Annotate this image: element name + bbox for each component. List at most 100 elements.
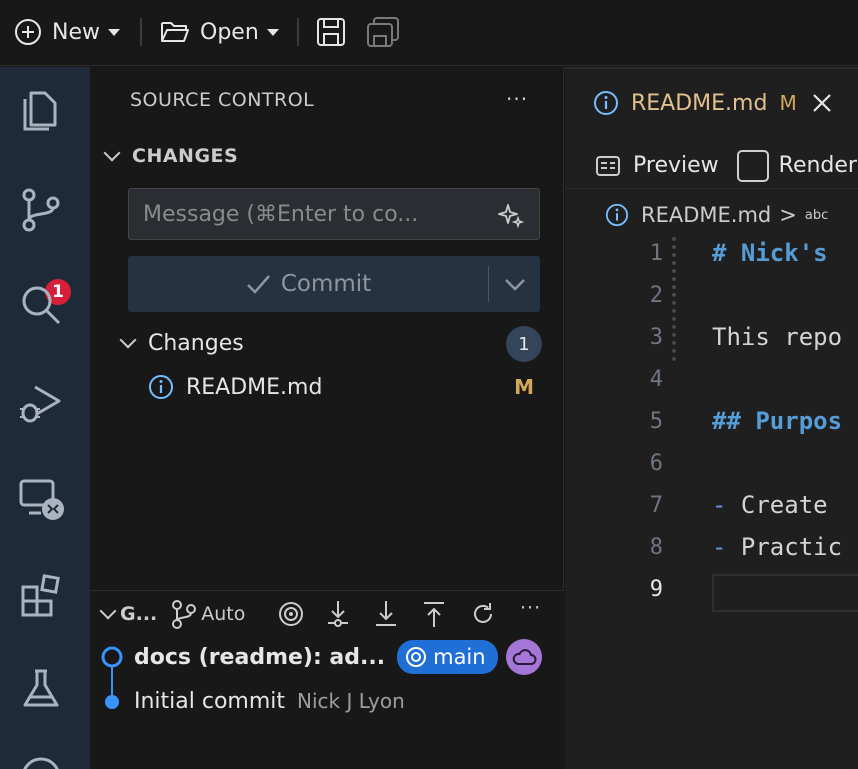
sparkle-icon[interactable] [497,201,525,229]
list-bullet: - [712,491,741,519]
render-label: Render [778,153,857,178]
changes-group-label: Changes [148,330,244,356]
fetch-icon[interactable] [326,599,350,629]
chevron-down-icon [108,28,120,36]
branch-badge[interactable]: main [397,640,498,674]
commit-message: docs (readme): ad... [134,644,386,670]
chevron-down-icon [119,331,137,349]
breadcrumb: README.md > abc [605,197,828,233]
folder-open-icon [161,22,189,42]
save-all-icon [367,17,399,47]
chevron-down-icon[interactable] [99,602,117,620]
toolbar-divider [297,18,299,46]
files-icon[interactable] [17,87,65,135]
close-icon[interactable] [811,92,833,114]
breadcrumb-separator: > [779,203,797,227]
code-line[interactable]: This repo [712,323,842,351]
graph-more-button[interactable]: ··· [520,597,541,619]
line-number: 2 [649,283,663,308]
changes-count-badge: 1 [506,326,542,362]
cloud-icon [512,649,537,665]
toolbar-divider [140,18,142,46]
preview-icon [596,155,620,176]
more-actions-button[interactable]: ··· [506,87,528,111]
graph-title[interactable]: G... [120,603,157,625]
commit-action[interactable]: Commit [128,256,488,312]
remote-badge[interactable] [505,639,542,675]
preview-button[interactable]: Preview [633,153,719,178]
push-icon[interactable] [422,599,446,629]
code-line-text: Create [740,491,828,519]
remote-explorer-icon[interactable] [17,475,65,523]
current-line-highlight [712,574,858,612]
code-line[interactable]: ## Purpos [712,407,842,435]
line-number: 5 [649,409,663,434]
commit-label: Commit [280,271,372,297]
chevron-down-icon [504,279,525,291]
commit-message-placeholder: Message (⌘Enter to co... [143,201,419,227]
commit-author: Nick J Lyon [297,689,405,713]
open-label: Open [200,19,259,45]
pull-icon[interactable] [374,599,398,629]
line-number: 8 [649,535,663,560]
run-debug-icon[interactable] [17,379,65,427]
branch-name: main [433,645,486,669]
editor-tab[interactable]: README.md M [565,67,858,137]
extensions-icon[interactable] [17,571,65,619]
commit-row[interactable]: Initial commit Nick J Lyon [134,681,405,721]
commit-button[interactable]: Commit [128,256,540,312]
chevron-down-icon [266,28,279,36]
line-number: 9 [649,577,663,602]
code-line[interactable]: # Nick's [712,239,828,267]
top-toolbar: New Open [0,0,858,66]
changed-file-row[interactable]: README.md M [148,367,540,407]
breadcrumb-file[interactable]: README.md [641,203,771,227]
account-icon[interactable] [17,753,65,769]
list-bullet: - [712,533,741,561]
editor-area: README.md M Preview Render README.md > a… [565,67,858,769]
commit-row[interactable]: docs (readme): ad... main [134,637,542,677]
section-title: CHANGES [132,145,239,167]
activity-bar: 1 [0,67,90,769]
file-status-badge: M [514,375,534,399]
source-control-icon[interactable] [17,185,65,233]
check-icon [246,275,270,294]
target-icon [406,647,427,667]
code-line[interactable]: - Create [712,491,828,519]
git-branch-icon[interactable] [171,599,197,629]
editor-toolbar: Preview Render [565,143,858,189]
commit-dropdown[interactable] [489,277,540,291]
refresh-icon[interactable] [470,601,496,627]
info-icon [594,91,618,115]
commit-graph-lines [101,646,123,709]
new-label: New [52,19,100,45]
search-icon[interactable] [17,281,65,329]
open-button[interactable]: Open [160,14,279,50]
line-number: 1 [649,241,663,266]
chevron-down-icon [103,144,121,162]
testing-icon[interactable] [17,665,65,713]
target-icon[interactable] [278,601,304,627]
line-number: 7 [649,493,663,518]
line-number: 4 [649,367,663,392]
code-line[interactable]: - Practic [712,533,842,561]
commit-message: Initial commit [134,688,286,714]
render-checkbox[interactable] [736,149,769,182]
changes-section-header[interactable]: CHANGES [100,144,239,167]
tab-title: README.md [631,90,768,116]
code-line-text: Practic [740,533,843,561]
info-icon [605,203,629,227]
new-button[interactable]: New [14,14,120,50]
auto-label[interactable]: Auto [201,603,245,625]
panel-title: SOURCE CONTROL [130,89,315,111]
info-icon [149,375,173,399]
tab-status: M [779,91,797,115]
commit-message-input[interactable]: Message (⌘Enter to co... [128,188,540,240]
line-number: 3 [649,325,663,350]
save-all-button[interactable] [366,14,400,50]
changes-group-row[interactable]: Changes 1 [116,323,542,363]
file-name: README.md [186,374,323,400]
save-button[interactable] [316,14,346,50]
breadcrumb-symbol[interactable]: abc [805,208,828,223]
save-icon [317,18,345,46]
